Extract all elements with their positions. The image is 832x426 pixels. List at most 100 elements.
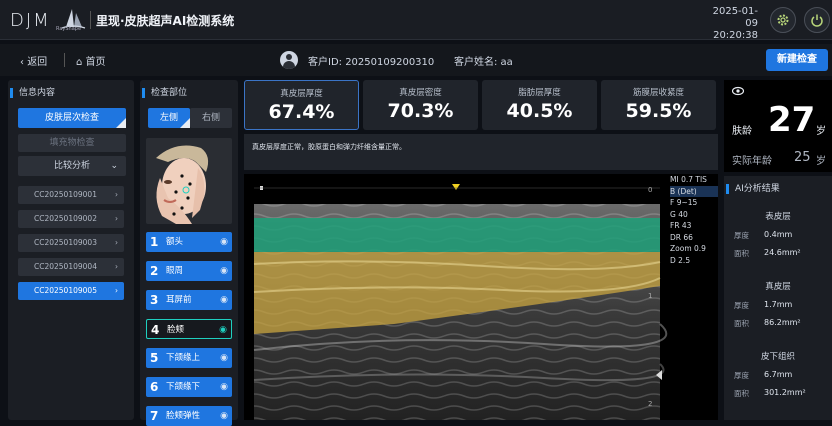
region-item[interactable]: 1 额头 ◉: [146, 232, 232, 252]
eye-icon[interactable]: ◉: [220, 261, 228, 281]
djm-logo: DJM: [10, 10, 51, 31]
metric-card-dermis-thickness[interactable]: 真皮层厚度 67.4%: [244, 80, 359, 130]
area-value: 301.2mm²: [764, 388, 806, 397]
right-side-label: 右侧: [201, 113, 220, 123]
title-divider: [90, 11, 91, 29]
metric-value: 59.5%: [625, 100, 692, 122]
record-label: CC20250109004: [34, 262, 97, 271]
eye-icon[interactable]: ◉: [220, 232, 228, 252]
layer-name: 皮下组织: [760, 352, 795, 362]
left-side-toggle[interactable]: 左侧: [148, 108, 190, 128]
param-line: Zoom 0.9: [670, 244, 706, 253]
record-item[interactable]: CC20250109002 ›: [18, 210, 124, 228]
ai-result-panel: AI分析结果 表皮层 厚度 0.4mm 面积 24.6mm² 真皮层 厚度 1.…: [724, 176, 832, 420]
metric-card-dermis-density[interactable]: 真皮层密度 70.3%: [363, 80, 478, 130]
param-line: MI 0.7 TIS: [670, 175, 707, 184]
eye-icon[interactable]: ◉: [220, 406, 228, 426]
eye-icon[interactable]: ◉: [220, 290, 228, 310]
region-item-active[interactable]: 4 脸颊 ◉: [146, 319, 232, 339]
new-check-button[interactable]: 新建检查: [766, 49, 828, 71]
param-line: B (Det): [670, 185, 718, 197]
region-number: 6: [150, 380, 159, 394]
region-number: 3: [150, 293, 159, 307]
area-label: 面积: [734, 389, 749, 398]
chevron-right-icon: ›: [115, 262, 118, 271]
param-line: FR 43: [670, 221, 692, 230]
record-item[interactable]: CC20250109004 ›: [18, 258, 124, 276]
eye-icon[interactable]: ◉: [220, 377, 228, 397]
left-side-label: 左侧: [159, 113, 178, 123]
ultrasound-scan: [253, 184, 668, 420]
corner-marker-icon: [180, 118, 190, 128]
region-number: 7: [150, 409, 159, 423]
face-illustration-icon: [156, 145, 209, 224]
area-value: 24.6mm²: [764, 248, 801, 257]
chevron-right-icon: ›: [115, 190, 118, 199]
home-icon: ⌂: [76, 57, 86, 68]
scale-mark: 0: [648, 186, 653, 194]
chevron-right-icon: ›: [115, 286, 118, 295]
time-text: 20:20:38: [713, 30, 758, 41]
skin-age-value: 27: [768, 100, 816, 140]
power-button[interactable]: [804, 7, 830, 33]
layer-name: 真皮层: [765, 282, 791, 292]
region-number: 2: [150, 264, 159, 278]
param-line: D 2.5: [670, 255, 691, 265]
region-item[interactable]: 3 耳屏前 ◉: [146, 290, 232, 310]
region-label: 脸颊: [167, 325, 185, 335]
scale-mark: 1: [648, 292, 653, 300]
skin-age-unit: 岁: [816, 126, 826, 137]
right-side-toggle[interactable]: 右侧: [190, 108, 232, 128]
region-item[interactable]: 7 脸颊弹性 ◉: [146, 406, 232, 426]
metric-label: 脂肪层厚度: [518, 88, 561, 98]
info-panel-title: 信息内容: [10, 88, 55, 98]
area-label: 面积: [734, 249, 749, 258]
record-item[interactable]: CC20250109001 ›: [18, 186, 124, 204]
chevron-right-icon: ›: [115, 238, 118, 247]
analysis-description: 真皮层厚度正常，胶原蛋白和弹力纤维含量正常。: [244, 134, 718, 170]
thickness-label: 厚度: [734, 301, 749, 310]
region-number: 5: [150, 351, 159, 365]
thickness-value: 0.4mm: [764, 230, 793, 239]
thickness-value: 1.7mm: [764, 300, 793, 309]
datetime: 2025-01-09 20:20:38: [700, 6, 758, 42]
eye-icon[interactable]: [732, 86, 744, 96]
record-label: CC20250109001: [34, 190, 97, 199]
real-age-unit: 岁: [816, 156, 826, 167]
metric-card-fascia-tightness[interactable]: 筋膜层收紧度 59.5%: [601, 80, 716, 130]
region-label: 脸颊弹性: [166, 411, 201, 421]
area-label: 面积: [734, 319, 749, 328]
chevron-down-icon: ⌄: [110, 161, 118, 171]
client-id: 客户ID: 20250109200310: [308, 57, 435, 68]
metric-card-fat-thickness[interactable]: 脂肪层厚度 40.5%: [482, 80, 597, 130]
region-item[interactable]: 2 眼周 ◉: [146, 261, 232, 281]
focus-marker-icon: [656, 370, 662, 380]
age-panel: 肤龄 27 岁 实际年龄 25 岁: [724, 80, 832, 172]
ultrasound-params: MI 0.7 TIS B (Det) F 9~15 G 40 FR 43 DR …: [670, 174, 718, 266]
record-item-active[interactable]: CC20250109005 ›: [18, 282, 124, 300]
filler-check-button[interactable]: 填充物检查: [18, 134, 126, 152]
thickness-label: 厚度: [734, 371, 749, 380]
settings-button[interactable]: [770, 7, 796, 33]
top-bar: DJM RayShape 里现·皮肤超声AI检测系统 2025-01-09 20…: [0, 0, 832, 42]
compare-dropdown[interactable]: 比较分析 ⌄: [18, 156, 126, 176]
metric-value: 67.4%: [268, 101, 335, 123]
region-item[interactable]: 5 下颌缘上 ◉: [146, 348, 232, 368]
avatar: [280, 51, 298, 69]
region-item[interactable]: 6 下颌缘下 ◉: [146, 377, 232, 397]
face-diagram: [146, 138, 232, 224]
back-button[interactable]: ‹ 返回: [20, 53, 47, 68]
record-item[interactable]: CC20250109003 ›: [18, 234, 124, 252]
scale-mark: 2: [648, 400, 653, 408]
home-button[interactable]: ⌂ 首页: [76, 53, 106, 68]
param-line: F 9~15: [670, 198, 698, 207]
eye-icon[interactable]: ◉: [220, 348, 228, 368]
record-label: CC20250109002: [34, 214, 97, 223]
nav-bar: ‹ 返回 ⌂ 首页 客户ID: 20250109200310 客户姓名: aa …: [0, 44, 832, 76]
skin-check-button[interactable]: 皮肤层次检查: [18, 108, 126, 128]
region-number: 4: [151, 323, 160, 337]
eye-icon[interactable]: ◉: [219, 320, 227, 340]
compare-label: 比较分析: [53, 161, 90, 171]
brand-sub-label: RayShape: [56, 26, 82, 32]
region-label: 下颌缘上: [166, 353, 201, 363]
